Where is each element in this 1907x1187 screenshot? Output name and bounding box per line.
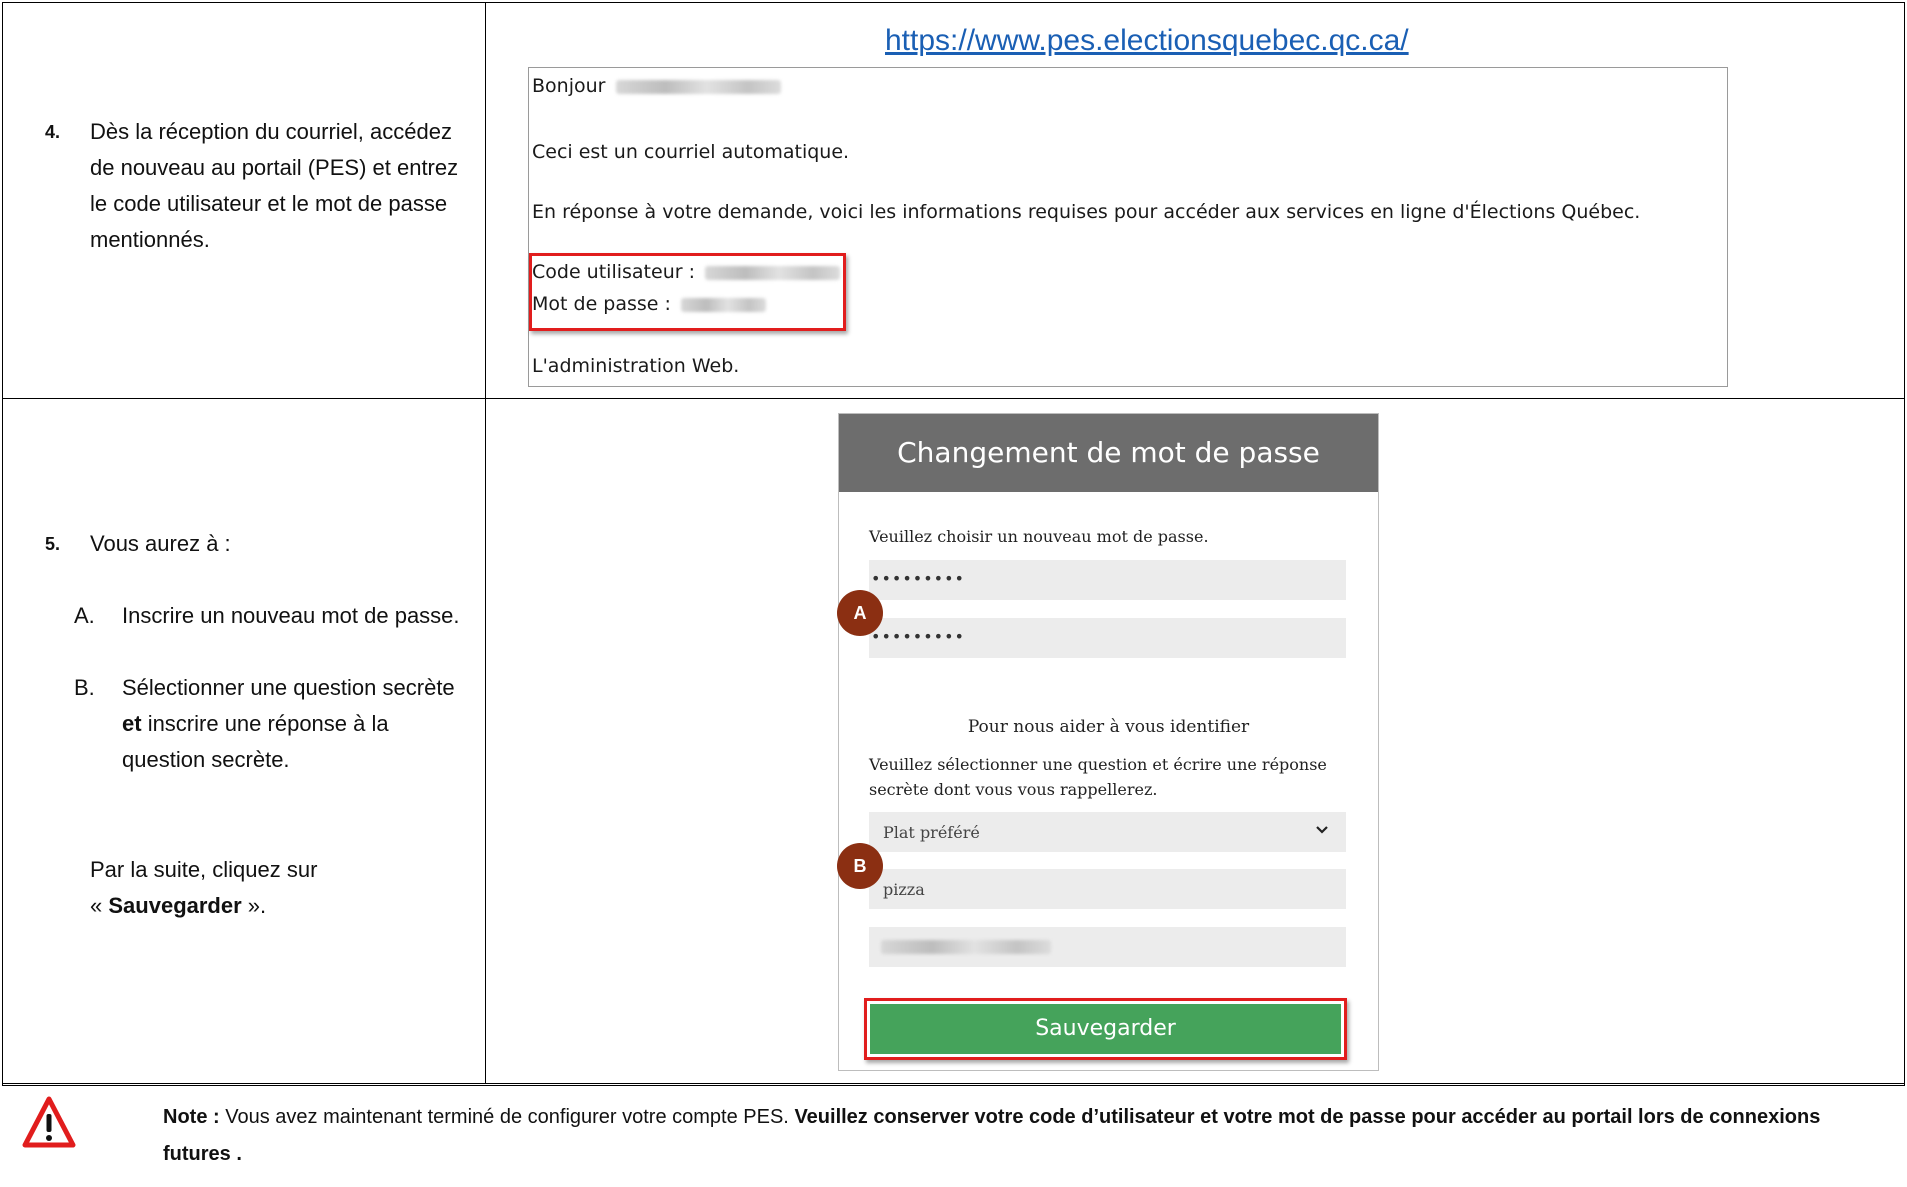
portal-link[interactable]: https://www.pes.electionsquebec.qc.ca/ [885,24,1409,58]
item-letter: A. [74,603,95,628]
row-divider [3,398,1904,399]
choose-password-prompt: Veuillez choisir un nouveau mot de passe… [869,527,1209,546]
help-heading: Pour nous aider à vous identifier [967,717,1250,737]
instruction-page: 4. Dès la réception du courriel, accédez… [0,0,1907,1187]
item-letter: B. [74,675,95,700]
step-number: 5. [45,534,61,554]
greeting: Bonjour [532,75,606,97]
automatic-line: Ceci est un courriel automatique. [532,141,850,163]
response-line: En réponse à votre demande, voici les in… [532,201,1641,223]
form-title: Changement de mot de passe [839,414,1378,492]
step-intro: Vous aurez à : [90,531,231,556]
credentials-highlight [529,253,846,331]
password-change-form: Changement de mot de passe Veuillez choi… [838,413,1379,1071]
save-highlight: Sauvegarder [864,998,1347,1060]
step-number: 4. [45,122,61,142]
save-button[interactable]: Sauvegarder [870,1004,1341,1054]
greeting-line: Bonjour [532,75,781,97]
note-text: Note : Vous avez maintenant terminé de c… [163,1106,1821,1165]
redacted-value [881,940,1051,954]
step-5-item-a: A. Inscrire un nouveau mot de passe. [74,598,464,634]
secret-question-select[interactable]: Plat préféré [869,812,1346,852]
step-text: Dès la réception du courriel, accédez de… [90,119,459,252]
step-5-outro: Par la suite, cliquez sur « Sauvegarder … [90,857,318,918]
secret-answer-input[interactable]: pizza [869,869,1346,909]
item-text: Inscrire un nouveau mot de passe. [122,603,460,628]
help-text-2: secrète dont vous vous rappellerez. [869,780,1158,799]
new-password-input[interactable]: ••••••••• [869,560,1346,600]
confirm-password-input[interactable]: ••••••••• [869,618,1346,658]
warning-icon [22,1096,76,1148]
row-divider [3,1083,1904,1084]
email-preview: Bonjour Ceci est un courriel automatique… [528,67,1728,387]
marker-b: B [837,843,883,889]
column-divider [485,3,486,1084]
recipient-name-redacted [615,79,781,94]
signature-line: L'administration Web. [532,355,740,377]
marker-a: A [837,590,883,636]
chevron-down-icon [1316,826,1328,834]
step-4: 4. Dès la réception du courriel, accédez… [45,114,465,258]
redacted-field[interactable] [869,927,1346,967]
item-text: Sélectionner une question secrète et ins… [122,675,455,772]
help-text-1: Veuillez sélectionner une question et éc… [869,755,1327,774]
step-5: 5. Vous aurez à : [45,526,465,562]
step-5-item-b: B. Sélectionner une question secrète et … [74,670,464,778]
